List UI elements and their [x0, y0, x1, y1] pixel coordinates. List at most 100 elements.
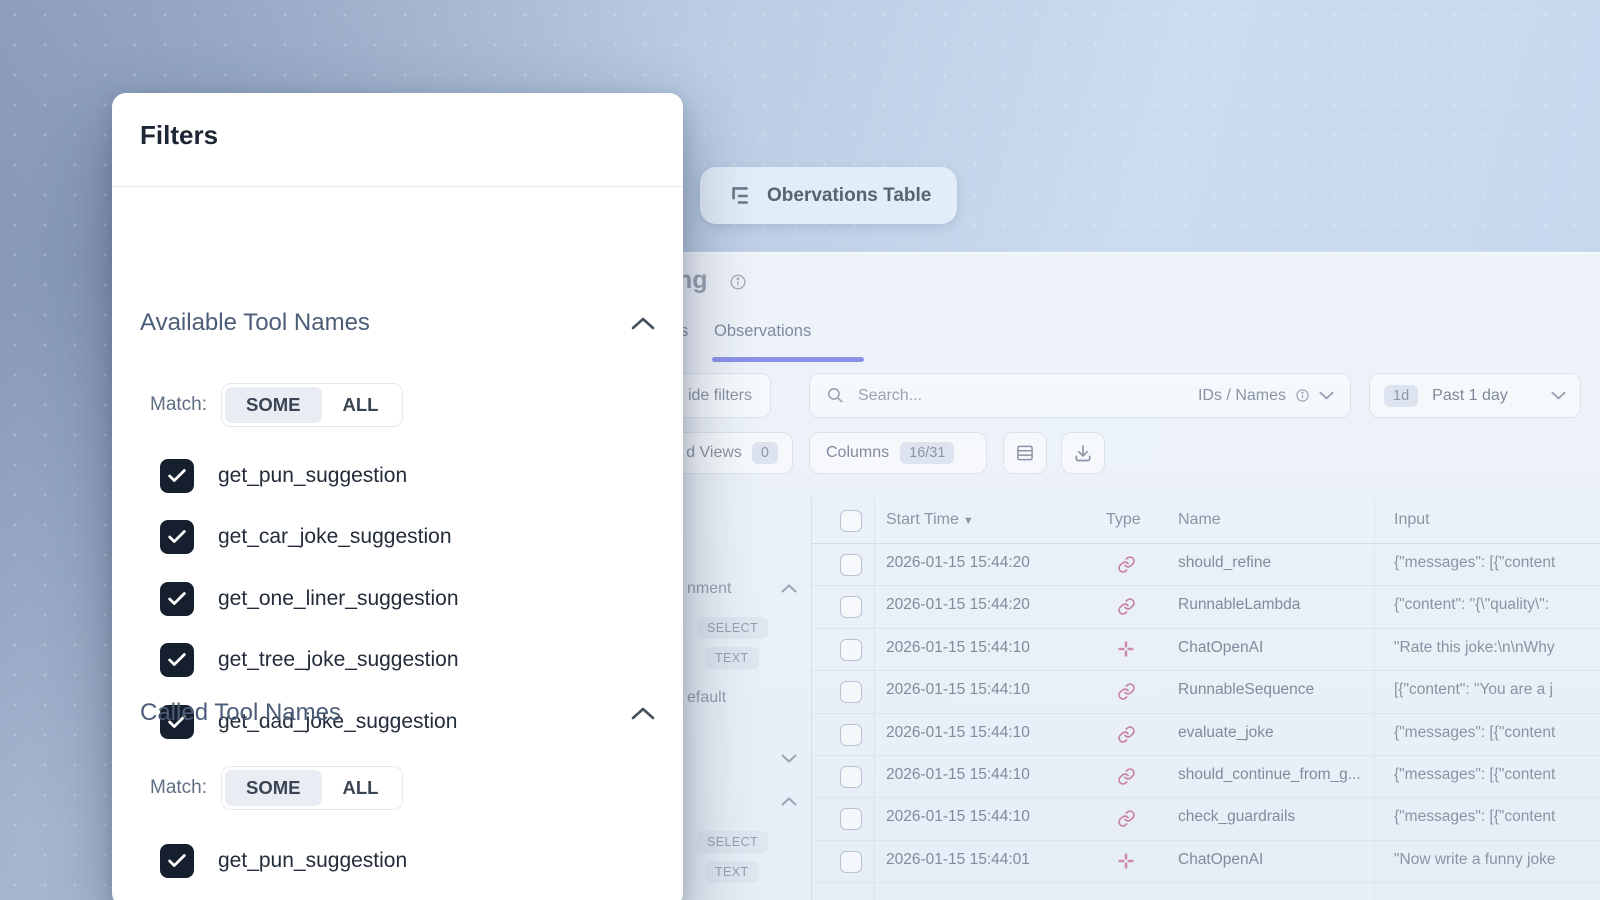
table-row[interactable]: 2026-01-15 15:44:20 should_refine {"mess… — [812, 544, 1600, 586]
match-control: Match: SOME ALL — [150, 765, 403, 811]
checkbox-checked[interactable] — [160, 459, 194, 493]
text-badge: TEXT — [705, 861, 759, 883]
header-name[interactable]: Name — [1178, 511, 1221, 529]
cell-input: {"messages": [{"content — [1394, 766, 1600, 784]
hide-filters-label: ide filters — [688, 387, 752, 405]
checkbox-checked[interactable] — [160, 520, 194, 554]
list-item[interactable]: get_tree_joke_suggestion — [160, 630, 655, 692]
tool-name-label: get_pun_suggestion — [218, 849, 407, 873]
columns-button[interactable]: Columns 16/31 — [809, 432, 987, 474]
cell-name: should_refine — [1178, 554, 1374, 572]
search-input[interactable]: Search... IDs / Names — [809, 373, 1351, 418]
cell-start-time: 2026-01-15 15:44:10 — [886, 808, 1030, 826]
row-height-button[interactable] — [1003, 432, 1047, 474]
list-item[interactable]: get_car_joke_suggestion — [160, 507, 655, 569]
export-button[interactable] — [1061, 432, 1105, 474]
match-toggle: SOME ALL — [221, 383, 403, 427]
row-checkbox[interactable] — [840, 596, 862, 618]
table-row[interactable]: 2026-01-15 15:44:10 evaluate_joke {"mess… — [812, 714, 1600, 756]
default-fragment: efault — [687, 689, 726, 707]
list-item[interactable]: get_pun_suggestion — [160, 445, 655, 507]
section-available-tool-names[interactable]: Available Tool Names — [140, 309, 655, 337]
time-shortcut-badge: 1d — [1384, 385, 1418, 407]
checkbox-checked[interactable] — [160, 582, 194, 616]
checkbox-checked[interactable] — [160, 844, 194, 878]
tool-name-label: get_pun_suggestion — [218, 464, 407, 488]
select-badge: SELECT — [697, 617, 768, 639]
info-icon[interactable] — [729, 273, 747, 291]
match-some-option[interactable]: SOME — [225, 770, 321, 806]
chain-link-icon — [1117, 809, 1136, 828]
cell-start-time: 2026-01-15 15:44:10 — [886, 681, 1030, 699]
row-checkbox[interactable] — [840, 724, 862, 746]
row-checkbox[interactable] — [840, 554, 862, 576]
cell-name: check_guardrails — [1178, 808, 1374, 826]
search-scope-label: IDs / Names — [1198, 387, 1286, 405]
chevron-down-icon[interactable] — [781, 754, 797, 763]
section-called-tool-names[interactable]: Called Tool Names — [140, 699, 655, 727]
cell-input: [{"content": "You are a j — [1394, 681, 1600, 699]
select-all-checkbox[interactable] — [840, 510, 862, 532]
chevron-up-icon[interactable] — [781, 797, 797, 806]
chevron-down-icon — [1319, 391, 1334, 400]
time-range-label: Past 1 day — [1432, 387, 1508, 405]
cell-start-time: 2026-01-15 15:44:20 — [886, 554, 1030, 572]
cell-name: should_continue_from_g... — [1178, 766, 1374, 784]
cell-start-time: 2026-01-15 15:44:20 — [886, 596, 1030, 614]
match-some-option[interactable]: SOME — [225, 387, 321, 423]
table-row[interactable]: 2026-01-15 15:44:10 ChatOpenAI "Rate thi… — [812, 629, 1600, 671]
cell-name: ChatOpenAI — [1178, 851, 1374, 869]
chain-link-icon — [1117, 725, 1136, 744]
section-title: Available Tool Names — [140, 309, 370, 337]
checkbox-checked[interactable] — [160, 643, 194, 677]
table-row[interactable]: 2026-01-15 15:44:10 check_guardrails {"m… — [812, 798, 1600, 840]
hide-filters-button[interactable]: ide filters — [676, 373, 771, 418]
match-all-option[interactable]: ALL — [322, 387, 400, 423]
saved-views-button[interactable]: d Views 0 — [676, 432, 793, 474]
list-item[interactable]: get_pun_suggestion — [160, 830, 655, 892]
list-item[interactable]: get_one_liner_suggestion — [160, 568, 655, 630]
time-range-button[interactable]: 1d Past 1 day — [1369, 373, 1581, 418]
table-row[interactable]: 2026-01-15 15:44:10 should_continue_from… — [812, 756, 1600, 798]
chain-link-icon — [1117, 767, 1136, 786]
download-icon — [1073, 443, 1093, 463]
table-row[interactable]: 2026-01-15 15:44:10 RunnableSequence [{"… — [812, 671, 1600, 713]
cell-start-time: 2026-01-15 15:44:10 — [886, 724, 1030, 742]
generation-icon — [1117, 640, 1135, 658]
tool-name-label: get_car_joke_suggestion — [218, 525, 452, 549]
header-type[interactable]: Type — [1106, 511, 1141, 529]
search-scope-dropdown[interactable]: IDs / Names — [1198, 387, 1334, 405]
view-toggle-label: Obervations Table — [767, 185, 931, 207]
cell-input: {"messages": [{"content — [1394, 554, 1600, 572]
row-checkbox[interactable] — [840, 766, 862, 788]
cell-input: "Rate this joke:\n\nWhy — [1394, 639, 1600, 657]
saved-views-count-badge: 0 — [752, 442, 778, 464]
match-all-option[interactable]: ALL — [322, 770, 400, 806]
divider — [112, 186, 683, 187]
chevron-up-icon[interactable] — [631, 317, 655, 330]
cell-name: RunnableLambda — [1178, 596, 1374, 614]
header-input[interactable]: Input — [1394, 511, 1430, 529]
observations-table-toggle[interactable]: Obervations Table — [700, 167, 957, 224]
filters-modal: Filters Available Tool Names Match: SOME… — [112, 93, 683, 900]
info-icon — [1295, 388, 1310, 403]
observations-table: Start Time▼ Type Name Input 2026-01-15 1… — [811, 498, 1600, 900]
row-checkbox[interactable] — [840, 851, 862, 873]
header-start-time[interactable]: Start Time▼ — [886, 511, 974, 529]
tab-observations[interactable]: Observations — [714, 322, 811, 341]
cell-start-time: 2026-01-15 15:44:10 — [886, 639, 1030, 657]
row-checkbox[interactable] — [840, 639, 862, 661]
chevron-up-icon[interactable] — [781, 584, 797, 593]
table-row[interactable]: 2026-01-15 15:44:20 RunnableLambda {"con… — [812, 586, 1600, 628]
cell-start-time: 2026-01-15 15:44:10 — [886, 766, 1030, 784]
row-checkbox[interactable] — [840, 808, 862, 830]
section-title: Called Tool Names — [140, 699, 341, 727]
table-row[interactable]: 2026-01-15 15:44:01 ChatOpenAI "Now writ… — [812, 841, 1600, 883]
active-tab-underline — [712, 357, 864, 362]
tool-name-label: get_tree_joke_suggestion — [218, 648, 459, 672]
chain-link-icon — [1117, 555, 1136, 574]
chevron-up-icon[interactable] — [631, 707, 655, 720]
screen: ng s Observations ide filters Search... … — [0, 0, 1600, 900]
cell-name: RunnableSequence — [1178, 681, 1374, 699]
row-checkbox[interactable] — [840, 681, 862, 703]
